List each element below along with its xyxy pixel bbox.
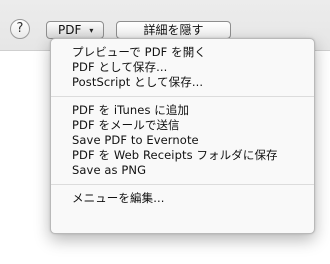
- menu-item-add-to-itunes[interactable]: PDF を iTunes に追加: [51, 103, 314, 118]
- pdf-menu-button-label: PDF: [58, 23, 82, 37]
- pdf-dropdown-menu: プレビューで PDF を開く PDF として保存... PostScript と…: [50, 38, 315, 234]
- menu-separator: [51, 184, 314, 185]
- menu-item-save-to-web-receipts[interactable]: PDF を Web Receipts フォルダに保存: [51, 148, 314, 163]
- menu-item-edit-menu[interactable]: メニューを編集...: [51, 191, 314, 206]
- pdf-menu-button[interactable]: PDF ▾: [46, 21, 104, 39]
- menu-separator: [51, 96, 314, 97]
- menu-item-save-as-png[interactable]: Save as PNG: [51, 163, 314, 178]
- menu-item-mail-pdf[interactable]: PDF をメールで送信: [51, 118, 314, 133]
- menu-item-save-as-pdf[interactable]: PDF として保存...: [51, 60, 314, 75]
- help-button[interactable]: ?: [10, 19, 30, 39]
- chevron-down-icon: ▾: [89, 25, 94, 35]
- hide-details-button[interactable]: 詳細を隠す: [116, 21, 231, 39]
- menu-item-save-to-evernote[interactable]: Save PDF to Evernote: [51, 133, 314, 148]
- menu-item-save-as-postscript[interactable]: PostScript として保存...: [51, 75, 314, 90]
- menu-item-open-in-preview[interactable]: プレビューで PDF を開く: [51, 45, 314, 60]
